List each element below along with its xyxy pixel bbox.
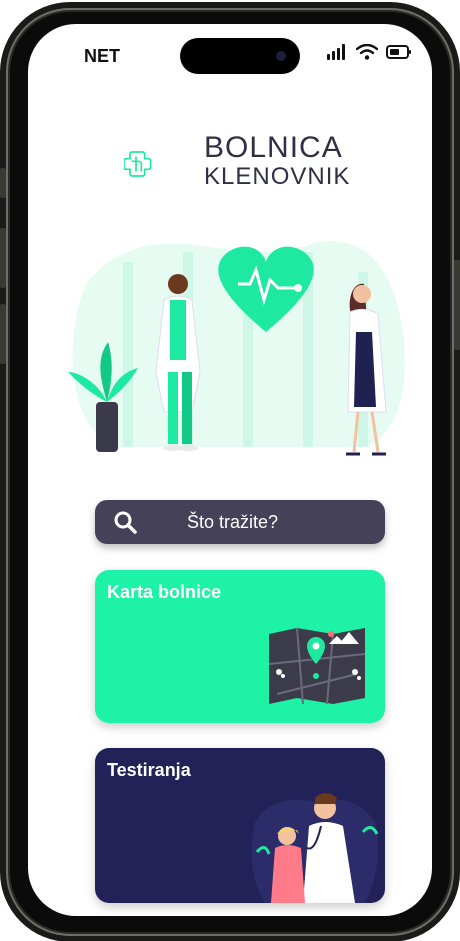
doctors-illustration bbox=[68, 241, 405, 456]
card-hospital-map[interactable]: Karta bolnice bbox=[95, 570, 385, 723]
hospital-name-line2: KLENOVNIK bbox=[204, 163, 351, 190]
side-button-silent bbox=[0, 168, 6, 198]
map-illustration bbox=[268, 627, 366, 705]
camera-icon bbox=[276, 51, 286, 61]
signal-icon bbox=[327, 44, 345, 60]
search-placeholder: Što tražite? bbox=[187, 512, 279, 532]
testing-illustration bbox=[251, 793, 379, 903]
battery-icon bbox=[386, 45, 411, 59]
dynamic-island bbox=[180, 38, 300, 74]
card-testing-title: Testiranja bbox=[107, 760, 191, 780]
hospital-name: BOLNICA KLENOVNIK bbox=[204, 132, 350, 190]
status-bar: NET bbox=[28, 24, 432, 84]
hospital-cross-logo-icon bbox=[124, 151, 152, 177]
hospital-name-line1: BOLNICA bbox=[204, 131, 343, 164]
search-bar[interactable]: Što tražite? bbox=[95, 500, 385, 544]
card-hospital-map-title: Karta bolnice bbox=[107, 582, 222, 602]
app-screen: NET BOLNICA KLENOVNIK Što tražite? Karta… bbox=[28, 24, 432, 916]
carrier-label: NET bbox=[84, 46, 120, 66]
side-button-volume-down bbox=[0, 304, 6, 364]
wifi-icon bbox=[356, 44, 378, 60]
side-button-volume-up bbox=[0, 228, 6, 288]
search-icon bbox=[114, 511, 137, 534]
card-testing[interactable]: Testiranja bbox=[95, 748, 385, 903]
status-icons bbox=[326, 44, 412, 60]
side-button-power bbox=[454, 260, 460, 350]
